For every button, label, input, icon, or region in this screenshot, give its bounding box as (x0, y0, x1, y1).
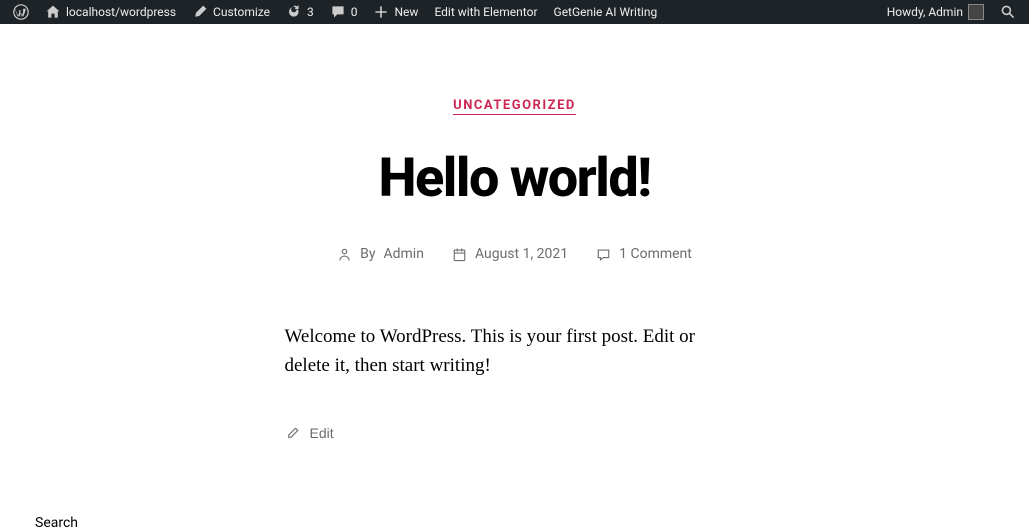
getgenie-link[interactable]: GetGenie AI Writing (547, 0, 665, 24)
plus-icon (373, 4, 389, 20)
new-content-link[interactable]: New (366, 0, 425, 24)
post-content-wrap: Welcome to WordPress. This is your first… (285, 322, 745, 445)
edit-post-link[interactable]: Edit (285, 423, 745, 445)
refresh-icon (286, 4, 302, 20)
post-title: Hello world! (165, 147, 865, 210)
author-meta: By Admin (337, 246, 424, 262)
comment-bubble-icon (596, 247, 611, 262)
person-icon (337, 247, 352, 262)
search-heading: Search (35, 515, 78, 531)
elementor-link[interactable]: Edit with Elementor (427, 0, 544, 24)
comment-icon (330, 4, 346, 20)
search-icon (1000, 4, 1016, 20)
edit-text: Edit (310, 423, 334, 445)
edit-icon (285, 426, 300, 441)
avatar (968, 4, 984, 20)
post-header: UNCATEGORIZED Hello world! By Admin Augu… (165, 24, 865, 262)
getgenie-text: GetGenie AI Writing (554, 5, 658, 19)
date-text: August 1, 2021 (475, 246, 568, 262)
date-meta: August 1, 2021 (452, 246, 568, 262)
post-meta: By Admin August 1, 2021 1 Comment (165, 246, 865, 262)
post-content: Welcome to WordPress. This is your first… (285, 322, 745, 381)
wp-admin-bar: localhost/wordpress Customize 3 0 New (0, 0, 1029, 24)
account-link[interactable]: Howdy, Admin (880, 0, 991, 24)
comments-link[interactable]: 1 Comment (619, 246, 692, 262)
comments-link[interactable]: 0 (323, 0, 365, 24)
customize-link[interactable]: Customize (185, 0, 277, 24)
elementor-text: Edit with Elementor (434, 5, 537, 19)
howdy-text: Howdy, Admin (887, 5, 963, 19)
by-text: By (360, 246, 375, 262)
site-name-text: localhost/wordpress (66, 5, 176, 19)
wp-logo-menu[interactable] (6, 0, 36, 24)
customize-text: Customize (213, 5, 270, 19)
author-link[interactable]: Admin (383, 246, 423, 262)
calendar-icon (452, 247, 467, 262)
updates-count: 3 (307, 5, 314, 19)
updates-link[interactable]: 3 (279, 0, 321, 24)
comments-count: 0 (351, 5, 358, 19)
comments-meta: 1 Comment (596, 246, 692, 262)
home-icon (45, 4, 61, 20)
site-name-link[interactable]: localhost/wordpress (38, 0, 183, 24)
admin-bar-right: Howdy, Admin (880, 0, 1023, 24)
category-link[interactable]: UNCATEGORIZED (453, 98, 576, 115)
admin-bar-left: localhost/wordpress Customize 3 0 New (6, 0, 664, 24)
search-toggle[interactable] (993, 0, 1023, 24)
brush-icon (192, 4, 208, 20)
new-text: New (394, 5, 418, 19)
wordpress-icon (13, 4, 29, 20)
